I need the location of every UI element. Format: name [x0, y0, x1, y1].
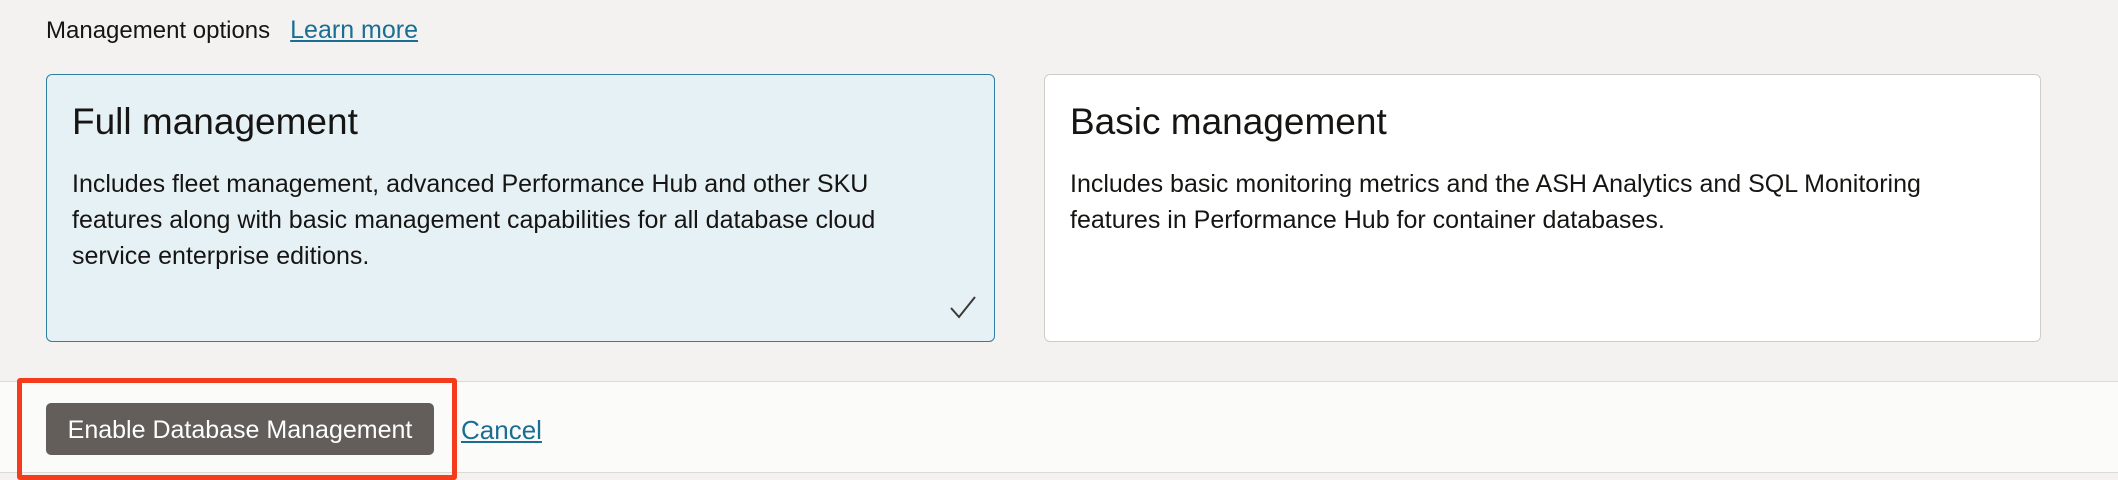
basic-management-description: Includes basic monitoring metrics and th…: [1070, 170, 1921, 234]
management-options-header: Management options Learn more: [46, 12, 418, 49]
full-management-title: Full management: [72, 101, 358, 142]
basic-management-card[interactable]: Basic management Includes basic monitori…: [1044, 74, 2041, 342]
full-management-card[interactable]: Full management Includes fleet managemen…: [46, 74, 995, 342]
learn-more-link[interactable]: Learn more: [290, 12, 418, 48]
basic-management-title: Basic management: [1070, 101, 1387, 142]
checkmark-icon: [950, 296, 976, 319]
enable-database-management-button[interactable]: Enable Database Management: [46, 403, 434, 455]
page: Management options Learn more Full manag…: [0, 0, 2118, 480]
full-management-description: Includes fleet management, advanced Perf…: [72, 170, 876, 270]
cancel-link[interactable]: Cancel: [461, 412, 542, 448]
management-options-label: Management options: [46, 17, 271, 44]
